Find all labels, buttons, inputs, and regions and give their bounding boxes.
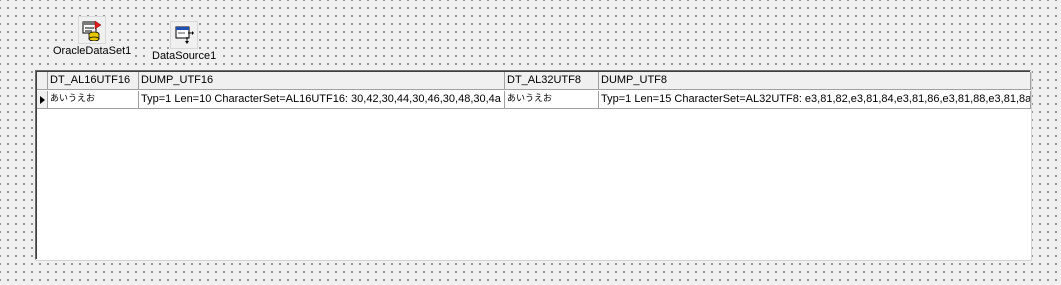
cell-dt-al16utf16[interactable]: あいうえお [48, 91, 139, 109]
db-grid[interactable]: DT_AL16UTF16 DUMP_UTF16 DT_AL32UTF8 DUMP… [35, 70, 1031, 260]
datasource-component[interactable]: DataSource1 [151, 21, 218, 63]
column-header-dump-utf16[interactable]: DUMP_UTF16 [139, 72, 505, 90]
oracle-dataset-component[interactable]: OracleDataSet1 [52, 16, 133, 58]
current-row-indicator-icon [37, 91, 48, 109]
column-header-dump-utf8[interactable]: DUMP_UTF8 [599, 72, 1031, 90]
datasource-icon [170, 21, 199, 49]
column-header-dt-al32utf8[interactable]: DT_AL32UTF8 [505, 72, 599, 90]
indicator-header [37, 72, 48, 90]
cell-dt-al32utf8[interactable]: あいうえお [505, 91, 599, 109]
oracle-dataset-icon [78, 16, 107, 44]
grid-header-row: DT_AL16UTF16 DUMP_UTF16 DT_AL32UTF8 DUMP… [37, 72, 1031, 90]
cell-dump-utf16[interactable]: Typ=1 Len=10 CharacterSet=AL16UTF16: 30,… [139, 91, 505, 109]
oracle-dataset-label: OracleDataSet1 [52, 45, 133, 58]
cell-dump-utf8[interactable]: Typ=1 Len=15 CharacterSet=AL32UTF8: e3,8… [599, 91, 1031, 109]
table-row[interactable]: あいうえお Typ=1 Len=10 CharacterSet=AL16UTF1… [37, 91, 1031, 109]
column-header-dt-al16utf16[interactable]: DT_AL16UTF16 [48, 72, 139, 90]
datasource-label: DataSource1 [151, 50, 218, 63]
